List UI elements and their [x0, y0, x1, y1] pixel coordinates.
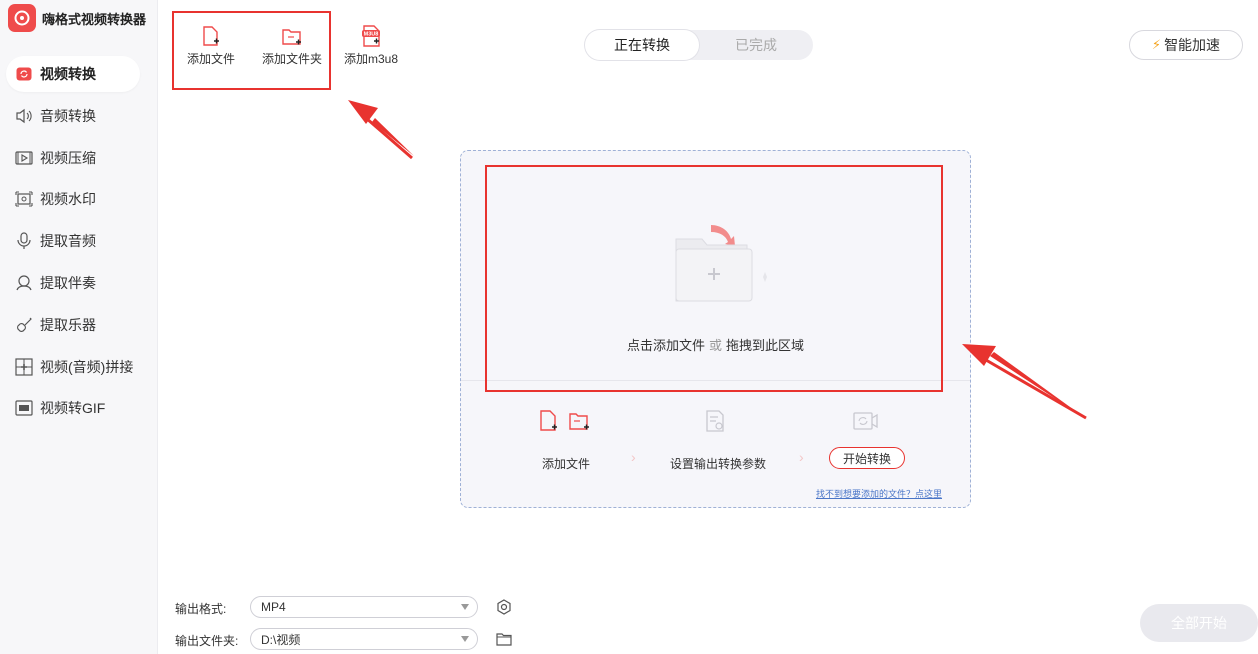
step-convert-icon	[853, 411, 879, 431]
lightning-icon: ⚡	[1151, 37, 1162, 52]
sidebar-nav: 视频转换 音频转换 视频压缩 视频水印 提取音频 提取伴奏 提取乐器 视频(音频…	[6, 56, 140, 432]
steps-row: 添加文件 › 设置输出转换参数 › 开始转换 找不到想要添加的文件？点这里	[461, 409, 970, 499]
headset-icon	[14, 273, 34, 293]
m3u8-file-icon: M3U8	[360, 22, 382, 50]
sidebar-item-label: 视频(音频)拼接	[40, 358, 134, 375]
add-m3u8-button[interactable]: M3U8 添加m3u8	[344, 22, 398, 67]
brand: 嗨格式视频转换器	[8, 4, 146, 32]
app-title: 嗨格式视频转换器	[42, 11, 147, 27]
gif-icon	[14, 398, 34, 418]
sidebar-item-label: 视频水印	[40, 191, 96, 208]
sidebar-item-label: 音频转换	[40, 107, 96, 124]
chevron-down-icon	[461, 604, 469, 610]
output-format-label: 输出格式:	[175, 602, 227, 616]
output-folder-label: 输出文件夹:	[175, 634, 239, 648]
sidebar-item-video-compress[interactable]: 视频压缩	[6, 140, 140, 176]
toolbar-highlight-box	[172, 11, 331, 90]
sidebar-item-label: 视频压缩	[40, 149, 96, 166]
sidebar-item-label: 提取音频	[40, 233, 96, 250]
tab-converting[interactable]: 正在转换	[585, 30, 699, 60]
microphone-icon	[14, 231, 34, 251]
step-settings-label: 设置输出转换参数	[670, 457, 767, 471]
watermark-icon	[14, 189, 34, 209]
sidebar-item-label: 提取乐器	[40, 316, 96, 333]
step-arrow-icon: ›	[799, 449, 804, 465]
sidebar-item-video-to-gif[interactable]: 视频转GIF	[6, 390, 140, 426]
arrow-to-dropzone	[962, 344, 1088, 420]
step-add-file-icon	[539, 409, 591, 433]
step-arrow-icon: ›	[631, 449, 636, 465]
step-settings-icon	[705, 409, 727, 433]
sidebar-item-merge[interactable]: 视频(音频)拼接	[6, 349, 140, 385]
m3u8-badge-text: M3U8	[364, 32, 379, 38]
open-folder-icon[interactable]	[495, 630, 513, 648]
video-convert-icon	[14, 64, 34, 84]
arrow-to-toolbar	[348, 100, 414, 160]
sidebar-item-video-watermark[interactable]: 视频水印	[6, 181, 140, 217]
smart-boost-button[interactable]: ⚡ 智能加速	[1129, 30, 1243, 60]
sidebar-item-label: 视频转GIF	[40, 400, 106, 417]
start-all-button[interactable]: 全部开始	[1140, 604, 1258, 642]
sidebar-item-label: 视频转换	[40, 66, 96, 82]
sidebar-item-audio-convert[interactable]: 音频转换	[6, 98, 140, 134]
tab-completed[interactable]: 已完成	[699, 30, 813, 60]
sidebar: 嗨格式视频转换器 视频转换 音频转换 视频压缩 视频水印 提取音频 提取伴奏 提…	[0, 0, 158, 654]
chevron-down-icon	[461, 636, 469, 642]
sidebar-item-extract-instrument[interactable]: 提取乐器	[6, 307, 140, 343]
add-m3u8-label: 添加m3u8	[344, 52, 399, 66]
guitar-icon	[14, 315, 34, 335]
smart-boost-label: 智能加速	[1164, 37, 1221, 53]
sidebar-item-extract-accompaniment[interactable]: 提取伴奏	[6, 265, 140, 301]
start-convert-button[interactable]: 开始转换	[829, 447, 905, 469]
sidebar-item-extract-audio[interactable]: 提取音频	[6, 223, 140, 259]
format-settings-icon[interactable]	[495, 598, 513, 616]
output-format-select[interactable]: MP4	[250, 596, 478, 618]
status-tabs: 正在转换 已完成	[585, 30, 813, 60]
speaker-icon	[14, 106, 34, 126]
step-add-file-label: 添加文件	[542, 457, 591, 471]
output-folder-select[interactable]: D:\视频	[250, 628, 478, 650]
merge-icon	[14, 357, 34, 377]
dropzone-highlight-box	[485, 165, 943, 392]
output-format-value: MP4	[261, 600, 286, 614]
sidebar-item-label: 提取伴奏	[40, 274, 96, 291]
video-compress-icon	[14, 148, 34, 168]
app-logo-icon	[8, 4, 36, 32]
output-folder-value: D:\视频	[261, 632, 301, 647]
sidebar-item-video-convert[interactable]: 视频转换	[6, 56, 140, 92]
help-link[interactable]: 找不到想要添加的文件？点这里	[816, 487, 942, 500]
